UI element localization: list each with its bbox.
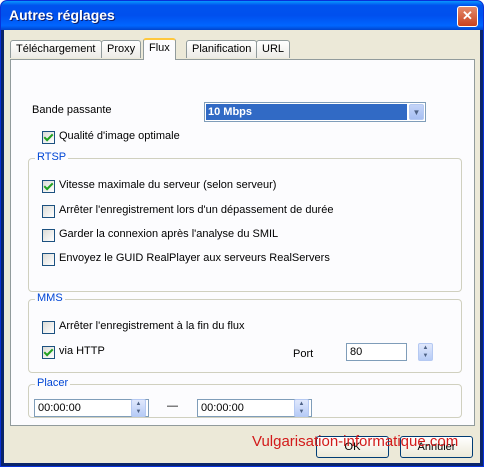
chevron-down-icon[interactable]: ▼ — [409, 104, 424, 120]
tab-flux[interactable]: Flux — [143, 38, 176, 60]
bandwidth-label: Bande passante — [32, 104, 112, 116]
placer-separator: — — [167, 400, 178, 412]
title-bar[interactable]: Autres réglages ✕ — [1, 1, 483, 30]
rtsp-option-checkbox[interactable] — [42, 180, 55, 193]
rtsp-option-label: Vitesse maximale du serveur (selon serve… — [59, 179, 277, 191]
port-input[interactable]: 80 — [346, 343, 407, 361]
rtsp-option-checkbox[interactable] — [42, 229, 55, 242]
close-icon: ✕ — [462, 8, 473, 23]
mms-group: MMS Arrêter l'enregistrement à la fin du… — [28, 292, 462, 373]
spin-up-icon[interactable]: ▲ — [423, 345, 429, 351]
placer-group: Placer 00:00:00 ▲ ▼ — 00:00:00 ▲ ▼ — [28, 377, 462, 418]
image-quality-label: Qualité d'image optimale — [59, 130, 180, 142]
mms-stop-at-end-checkbox[interactable] — [42, 321, 55, 334]
rtsp-option-label: Arrêter l'enregistrement lors d'un dépas… — [59, 204, 334, 216]
watermark-text: Vulgarisation-informatique.com — [252, 433, 459, 450]
placer-start-spinner[interactable]: ▲ ▼ — [131, 399, 146, 417]
rtsp-option-checkbox[interactable] — [42, 205, 55, 218]
port-spinner[interactable]: ▲ ▼ — [418, 343, 433, 361]
tab-planification[interactable]: Planification — [186, 40, 258, 58]
spin-down-icon[interactable]: ▼ — [299, 409, 305, 415]
tab-url[interactable]: URL — [256, 40, 291, 58]
spin-up-icon[interactable]: ▲ — [136, 401, 142, 407]
rtsp-group-title: RTSP — [35, 151, 69, 163]
bandwidth-selected-value: 10 Mbps — [206, 104, 407, 120]
placer-end-spinner[interactable]: ▲ ▼ — [294, 399, 309, 417]
mms-group-title: MMS — [35, 292, 65, 304]
rtsp-option-checkbox[interactable] — [42, 253, 55, 266]
placer-group-title: Placer — [35, 377, 71, 389]
mms-stop-at-end-label: Arrêter l'enregistrement à la fin du flu… — [59, 320, 245, 332]
image-quality-checkbox[interactable] — [42, 131, 55, 144]
rtsp-group: RTSP Vitesse maximale du serveur (selon … — [28, 151, 462, 292]
tab-telechargement[interactable]: Téléchargement — [10, 40, 102, 58]
port-label: Port — [293, 348, 314, 360]
close-button[interactable]: ✕ — [457, 6, 478, 27]
bandwidth-select[interactable]: 10 Mbps ▼ — [204, 102, 426, 122]
flux-panel: Bande passante 10 Mbps ▼ Qualité d'image… — [10, 59, 475, 426]
dialog-body: Téléchargement Proxy Flux Planification … — [4, 30, 480, 463]
rtsp-option-label: Envoyez le GUID RealPlayer aux serveurs … — [59, 252, 330, 264]
dialog-window: Autres réglages ✕ Téléchargement Proxy F… — [0, 0, 484, 467]
tab-proxy[interactable]: Proxy — [101, 40, 142, 58]
spin-up-icon[interactable]: ▲ — [299, 401, 305, 407]
via-http-checkbox[interactable] — [42, 346, 55, 359]
rtsp-option-label: Garder la connexion après l'analyse du S… — [59, 228, 279, 240]
window-title: Autres réglages — [9, 7, 115, 23]
spin-down-icon[interactable]: ▼ — [136, 409, 142, 415]
spin-down-icon[interactable]: ▼ — [423, 353, 429, 359]
via-http-label: via HTTP — [59, 345, 105, 357]
